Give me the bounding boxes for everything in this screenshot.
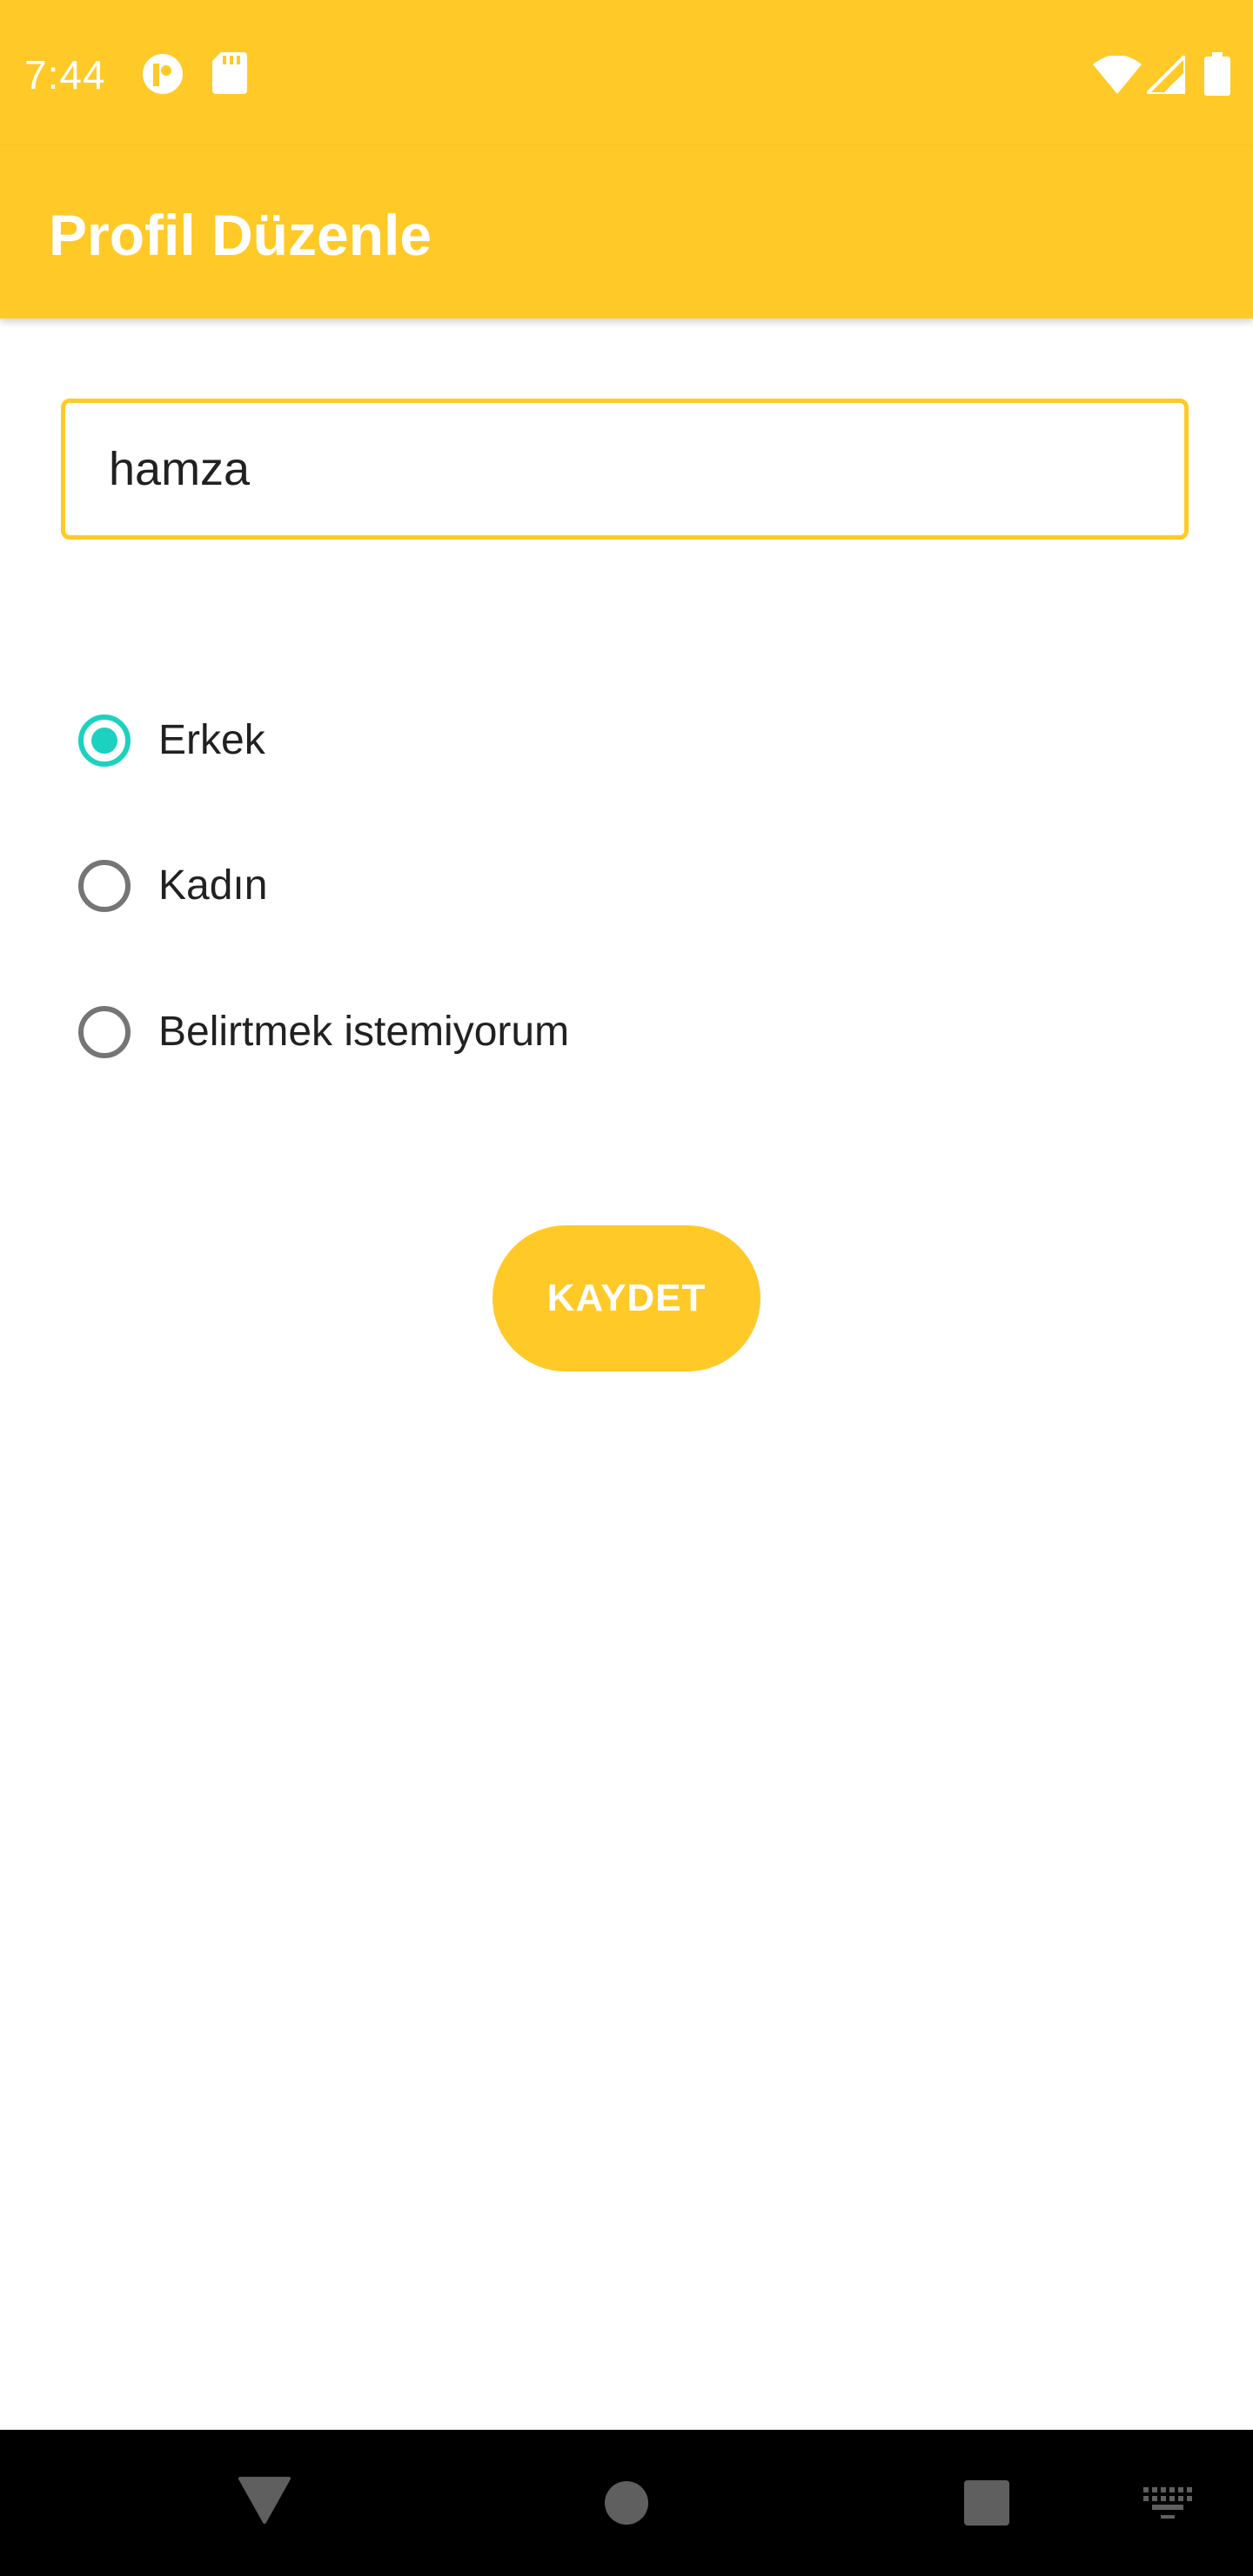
- save-button[interactable]: KAYDET: [492, 1225, 761, 1372]
- radio-label: Erkek: [158, 717, 265, 763]
- status-time: 7:44: [24, 52, 106, 97]
- wifi-icon: [1093, 55, 1142, 98]
- page-title: Profil Düzenle: [49, 203, 432, 267]
- battery-icon: [1204, 52, 1230, 100]
- notification-app-icon: [141, 52, 184, 100]
- radio-option-erkek[interactable]: Erkek: [78, 701, 265, 780]
- radio-checked-icon[interactable]: [78, 714, 131, 767]
- radio-label: Belirtmek istemiyorum: [158, 1009, 570, 1055]
- name-input[interactable]: [109, 403, 1136, 535]
- radio-unchecked-icon[interactable]: [78, 1006, 131, 1058]
- radio-option-belirtmek-istemiyorum[interactable]: Belirtmek istemiyorum: [78, 993, 569, 1071]
- status-bar: 7:44: [0, 0, 1253, 146]
- sd-card-icon: [212, 52, 247, 98]
- home-icon[interactable]: [604, 2480, 649, 2530]
- keyboard-icon[interactable]: [1143, 2487, 1192, 2526]
- edit-profile-screen: 7:44 Profil Düzenle hamza Erkek Kadın Be…: [0, 0, 1253, 2576]
- navigation-bar: [0, 2430, 1253, 2576]
- name-field[interactable]: [61, 399, 1189, 540]
- cell-signal-icon: [1142, 51, 1187, 98]
- radio-option-kadin[interactable]: Kadın: [78, 847, 267, 925]
- recents-icon[interactable]: [964, 2480, 1009, 2530]
- radio-unchecked-icon[interactable]: [78, 860, 131, 912]
- back-icon[interactable]: [238, 2475, 291, 2528]
- radio-label: Kadın: [158, 862, 268, 909]
- app-bar: Profil Düzenle: [0, 146, 1253, 319]
